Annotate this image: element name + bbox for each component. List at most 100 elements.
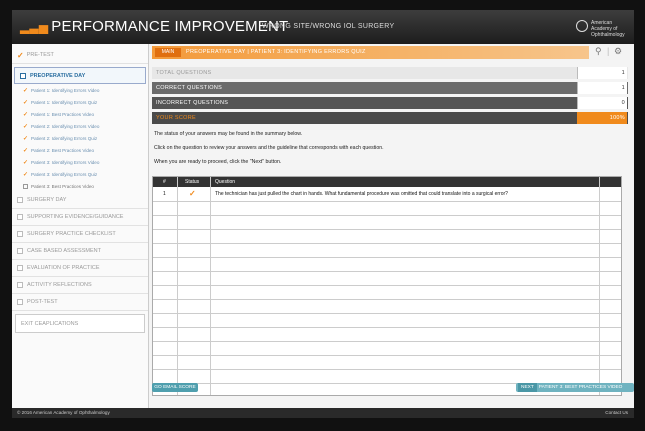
sidebar-item-section[interactable]: POST-TEST bbox=[12, 294, 148, 311]
table-row bbox=[153, 271, 621, 286]
sidebar-subitem-label: Patient 1: Identifying Errors Video bbox=[31, 87, 100, 93]
email-score-button[interactable]: GO EMAIL SCORE bbox=[152, 383, 198, 392]
sidebar-subitem[interactable]: ✓ Patient 3: Identifying Errors Video bbox=[12, 156, 148, 168]
sidebar-item-label: SUPPORTING EVIDENCE/GUIDANCE bbox=[27, 214, 124, 220]
sidebar-item-section[interactable]: SUPPORTING EVIDENCE/GUIDANCE bbox=[12, 209, 148, 226]
divider: | bbox=[607, 46, 610, 56]
screenshot-frame: ▂▃▅ PERFORMANCE IMPROVEMENT WRONG SITE/WR… bbox=[0, 0, 645, 431]
sidebar-subitem[interactable]: Patient 3: Best Practices Video bbox=[12, 180, 148, 192]
bars-icon: ▂▃▅ bbox=[20, 20, 49, 34]
sidebar-subitem[interactable]: ✓ Patient 1: Identifying Errors Video bbox=[12, 84, 148, 96]
sidebar-item-pretest[interactable]: ✓ PRE-TEST bbox=[12, 47, 148, 64]
checkbox-icon bbox=[17, 214, 23, 220]
table-row bbox=[153, 285, 621, 300]
sidebar-subitem-label: Patient 2: Identifying Errors Video bbox=[31, 123, 100, 129]
table-row bbox=[153, 313, 621, 328]
sidebar-subitem-label: Patient 3: Best Practices Video bbox=[31, 183, 94, 189]
breadcrumb: PREOPERATIVE DAY | PATIENT 3: IDENTIFYIN… bbox=[186, 49, 366, 55]
review-message: Click on the question to review your ans… bbox=[154, 145, 384, 151]
sidebar-subitem-label: Patient 2: Best Practices Video bbox=[31, 147, 95, 153]
sidebar-subitem[interactable]: ✓ Patient 1: Identifying Errors Quiz bbox=[12, 96, 148, 108]
table-header: # Status Question bbox=[153, 177, 621, 187]
next-button-label: PATIENT 3: BEST PRACTICES VIDEO bbox=[538, 385, 623, 390]
settings-icon[interactable]: ⚙ bbox=[614, 46, 622, 57]
table-row[interactable]: 1 ✓ The technician has just pulled the cha… bbox=[153, 187, 621, 202]
sidebar-item-label: PREOPERATIVE DAY bbox=[30, 72, 86, 79]
checkbox-icon bbox=[17, 282, 23, 288]
checkmark-icon: ✓ bbox=[23, 111, 29, 118]
checkmark-icon: ✓ bbox=[17, 50, 24, 60]
sidebar-item-label: EXIT CEAPLICATIONS bbox=[21, 320, 79, 327]
row-number: 1 bbox=[163, 191, 166, 197]
sidebar-item-section[interactable]: CASE BASED ASSESSMENT bbox=[12, 243, 148, 260]
sidebar-item-label: EVALUATION OF PRACTICE bbox=[27, 265, 100, 271]
column-header-number: # bbox=[163, 179, 166, 185]
checkmark-icon: ✓ bbox=[23, 123, 29, 130]
nav-row: MAIN PREOPERATIVE DAY | PATIENT 3: IDENT… bbox=[149, 44, 634, 60]
sidebar-subitem[interactable]: ✓ Patient 2: Best Practices Video bbox=[12, 144, 148, 156]
table-row bbox=[153, 257, 621, 272]
sidebar-subitem-label: Patient 1: Best Practices Video bbox=[31, 111, 95, 117]
sidebar-item-label: POST-TEST bbox=[27, 299, 58, 305]
sidebar-item-section[interactable]: SURGERY DAY bbox=[12, 192, 148, 209]
course-title: WRONG SITE/WRONG IOL SURGERY bbox=[262, 23, 395, 30]
your-score-label: YOUR SCORE bbox=[156, 115, 196, 121]
sidebar-item-label: SURGERY PRACTICE CHECKLIST bbox=[27, 231, 116, 237]
your-score-value: 100% bbox=[577, 112, 627, 124]
sidebar-subitem[interactable]: ✓ Patient 2: Identifying Errors Quiz bbox=[12, 132, 148, 144]
search-icon[interactable]: ⚲ bbox=[595, 46, 602, 57]
status-check-icon: ✓ bbox=[189, 189, 196, 198]
summary-message: The status of your answers may be found … bbox=[154, 131, 303, 137]
total-questions-value: 1 bbox=[577, 67, 627, 79]
copyright: © 2016 American Academy of Ophthalmology bbox=[17, 410, 110, 415]
table-row bbox=[153, 229, 621, 244]
sidebar-subitem[interactable]: ✓ Patient 2: Identifying Errors Video bbox=[12, 120, 148, 132]
column-header-question: Question bbox=[215, 179, 236, 185]
table-row bbox=[153, 341, 621, 356]
sidebar-item-section[interactable]: ACTIVITY REFLECTIONS bbox=[12, 277, 148, 294]
main-content: MAIN PREOPERATIVE DAY | PATIENT 3: IDENT… bbox=[149, 44, 634, 408]
sidebar-item-section[interactable]: EVALUATION OF PRACTICE bbox=[12, 260, 148, 277]
sidebar-item-exit[interactable]: EXIT CEAPLICATIONS bbox=[15, 314, 145, 333]
checkbox-icon bbox=[20, 72, 26, 79]
checkmark-icon: ✓ bbox=[23, 99, 29, 106]
sidebar-sections: SURGERY DAY SUPPORTING EVIDENCE/GUIDANCE S… bbox=[12, 192, 148, 311]
incorrect-questions-label: INCORRECT QUESTIONS bbox=[156, 100, 229, 106]
sidebar-item-label: ACTIVITY REFLECTIONS bbox=[27, 282, 92, 288]
app-window: ▂▃▅ PERFORMANCE IMPROVEMENT WRONG SITE/WR… bbox=[12, 10, 634, 418]
sidebar-subitem-label: Patient 3: Identifying Errors Video bbox=[31, 159, 100, 165]
column-divider bbox=[210, 177, 211, 395]
academy-logo: American Academy of Ophthalmology bbox=[576, 19, 626, 38]
table-row bbox=[153, 327, 621, 342]
sidebar: ✓ PRE-TEST PREOPERATIVE DAY ✓ Patient 1: … bbox=[12, 44, 149, 408]
checkmark-icon: ✓ bbox=[23, 171, 29, 178]
sidebar-item-preoperative-day[interactable]: PREOPERATIVE DAY bbox=[14, 67, 146, 84]
table-row bbox=[153, 215, 621, 230]
checkbox-icon bbox=[17, 299, 23, 305]
contact-link[interactable]: Contact Us bbox=[605, 408, 628, 418]
sidebar-item-section[interactable]: SURGERY PRACTICE CHECKLIST bbox=[12, 226, 148, 243]
app-title: ▂▃▅ PERFORMANCE IMPROVEMENT bbox=[20, 18, 288, 35]
column-divider bbox=[177, 177, 178, 395]
row-question: The technician has just pulled the chart… bbox=[215, 191, 508, 197]
checkbox-icon bbox=[23, 183, 28, 189]
table-row bbox=[153, 369, 621, 384]
sidebar-subitem-label: Patient 1: Identifying Errors Quiz bbox=[31, 99, 98, 105]
table-row bbox=[153, 355, 621, 370]
proceed-message: When you are ready to proceed, click the… bbox=[154, 159, 282, 165]
next-button[interactable]: NEXT PATIENT 3: BEST PRACTICES VIDEO bbox=[516, 383, 634, 392]
top-bar: ▂▃▅ PERFORMANCE IMPROVEMENT WRONG SITE/WR… bbox=[12, 10, 634, 44]
sidebar-item-label: SURGERY DAY bbox=[27, 197, 67, 203]
sidebar-subitem[interactable]: ✓ Patient 3: Identifying Errors Quiz bbox=[12, 168, 148, 180]
results-table: # Status Question 1 ✓ The technician has j… bbox=[152, 176, 622, 396]
sidebar-subitem-label: Patient 3: Identifying Errors Quiz bbox=[31, 171, 98, 177]
footer: © 2016 American Academy of Ophthalmology… bbox=[12, 408, 634, 418]
sidebar-subitems: ✓ Patient 1: Identifying Errors Video ✓ Pat… bbox=[12, 84, 148, 192]
correct-questions-label: CORRECT QUESTIONS bbox=[156, 85, 223, 91]
main-button[interactable]: MAIN bbox=[155, 48, 181, 57]
column-header-status: Status bbox=[185, 179, 200, 185]
seal-icon bbox=[576, 20, 588, 32]
checkmark-icon: ✓ bbox=[23, 159, 29, 166]
sidebar-subitem[interactable]: ✓ Patient 1: Best Practices Video bbox=[12, 108, 148, 120]
incorrect-questions-row: INCORRECT QUESTIONS 0 bbox=[152, 97, 628, 109]
